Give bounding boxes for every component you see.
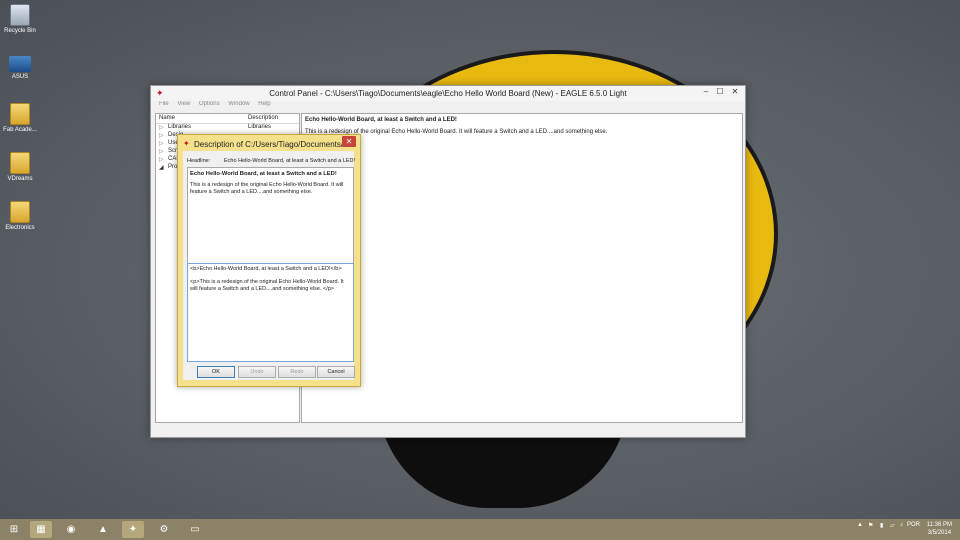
- menu-bar: File View Options Window Help: [151, 101, 745, 111]
- desktop-icon-recycle-bin[interactable]: Recycle Bin: [2, 4, 38, 35]
- desktop-icon-label: Fab Acade...: [3, 127, 37, 133]
- description-pane: Echo Hello-World Board, at least a Switc…: [301, 113, 743, 423]
- recycle-bin-icon: [10, 4, 30, 26]
- column-name[interactable]: Name: [159, 115, 175, 121]
- tree-row[interactable]: ▷ Libraries Libraries: [156, 124, 299, 132]
- folder-icon: [10, 152, 30, 174]
- description-source-editor[interactable]: <b>Echo Hello-World Board, at least a Sw…: [187, 263, 354, 362]
- cancel-button[interactable]: Cancel: [317, 366, 355, 378]
- eagle-app-icon: ✦: [183, 139, 190, 148]
- menu-help[interactable]: Help: [258, 101, 270, 107]
- eagle-taskbar-icon[interactable]: ✦: [122, 521, 144, 538]
- collapse-icon[interactable]: ◢: [159, 164, 164, 171]
- dialog-body: Headline: Echo Hello-World Board, at lea…: [183, 151, 355, 380]
- photos-icon[interactable]: ▲: [92, 521, 114, 538]
- tree-row-name: Libraries: [168, 124, 192, 130]
- expand-icon[interactable]: ▷: [159, 132, 164, 139]
- tree-header: Name Description: [156, 114, 299, 124]
- window-title: Control Panel - C:\Users\Tiago\Documents…: [269, 89, 627, 98]
- expand-icon[interactable]: ▷: [159, 140, 164, 147]
- network-icon[interactable]: ▱: [890, 522, 895, 529]
- headline-label: Headline:: [187, 158, 211, 164]
- preview-heading: Echo Hello-World Board, at least a Switc…: [190, 171, 337, 177]
- expand-icon[interactable]: ▷: [159, 156, 164, 163]
- close-button[interactable]: ✕: [728, 87, 742, 96]
- show-hidden-icons-icon[interactable]: ▲: [857, 522, 863, 528]
- menu-options[interactable]: Options: [199, 101, 220, 107]
- volume-icon[interactable]: ♪: [900, 522, 903, 528]
- desktop-icon-label: ASUS: [11, 74, 29, 80]
- redo-button[interactable]: Redo: [278, 366, 316, 378]
- minimize-button[interactable]: –: [699, 87, 713, 96]
- menu-view[interactable]: View: [177, 101, 190, 107]
- source-line: <p>This is a redesign of the original Ec…: [190, 279, 344, 292]
- desktop-icon-label: Recycle Bin: [4, 28, 36, 34]
- taskbar: ⊞ ▦ ◉ ▲ ✦ ⚙ ▭ ▲ ⚑ ▮ ▱ ♪ POR 11:36 PM 3/5…: [0, 519, 960, 540]
- dialog-close-button[interactable]: ✕: [342, 136, 356, 147]
- desktop-icon-asus[interactable]: ASUS: [2, 56, 38, 81]
- asus-icon: [9, 56, 31, 72]
- desktop-icon-label: Electronics: [5, 225, 35, 231]
- column-description[interactable]: Description: [248, 115, 278, 121]
- folder-icon: [10, 201, 30, 223]
- undo-button[interactable]: Undo: [238, 366, 276, 378]
- window-titlebar[interactable]: ✦ Control Panel - C:\Users\Tiago\Documen…: [151, 86, 745, 101]
- dialog-title[interactable]: Description of C:/Users/Tiago/Documents/…: [194, 140, 350, 149]
- preview-text: This is a redesign of the original Echo …: [190, 182, 344, 195]
- desktop-icon-label: VDreams: [7, 176, 33, 182]
- ok-button[interactable]: OK: [197, 366, 235, 378]
- desktop-icon-fab-academy[interactable]: Fab Acade...: [2, 103, 38, 134]
- flag-icon[interactable]: ⚑: [868, 522, 873, 529]
- desktop-icon-vdreams[interactable]: VDreams: [2, 152, 38, 183]
- description-dialog: ✦ Description of C:/Users/Tiago/Document…: [177, 134, 361, 387]
- headline-value[interactable]: Echo Hello-World Board, at least a Switc…: [224, 158, 355, 164]
- file-explorer-icon[interactable]: ▦: [30, 521, 52, 538]
- menu-window[interactable]: Window: [228, 101, 249, 107]
- clock-date: 3/5/2014: [927, 530, 952, 536]
- maximize-button[interactable]: ☐: [713, 87, 727, 96]
- description-preview: Echo Hello-World Board, at least a Switc…: [187, 167, 354, 266]
- expand-icon[interactable]: ▷: [159, 148, 164, 155]
- tree-row-desc: Libraries: [248, 124, 272, 130]
- clock[interactable]: 11:36 PM 3/5/2014: [927, 521, 952, 537]
- chrome-icon[interactable]: ◉: [60, 521, 82, 538]
- desktop-icon-electronics[interactable]: Electronics: [2, 201, 38, 232]
- battery-icon[interactable]: ▮: [880, 522, 883, 529]
- expand-icon[interactable]: ▷: [159, 124, 164, 131]
- source-line: <b>Echo Hello-World Board, at least a Sw…: [190, 266, 342, 272]
- folder-icon: [10, 103, 30, 125]
- clock-time: 11:36 PM: [926, 522, 952, 528]
- window-taskbar-icon[interactable]: ▭: [184, 521, 206, 538]
- description-heading: Echo Hello-World Board, at least a Switc…: [305, 117, 457, 123]
- start-button[interactable]: ⊞: [3, 521, 25, 538]
- app-taskbar-icon[interactable]: ⚙: [153, 521, 175, 538]
- menu-file[interactable]: File: [159, 101, 169, 107]
- language-indicator[interactable]: POR: [907, 522, 920, 528]
